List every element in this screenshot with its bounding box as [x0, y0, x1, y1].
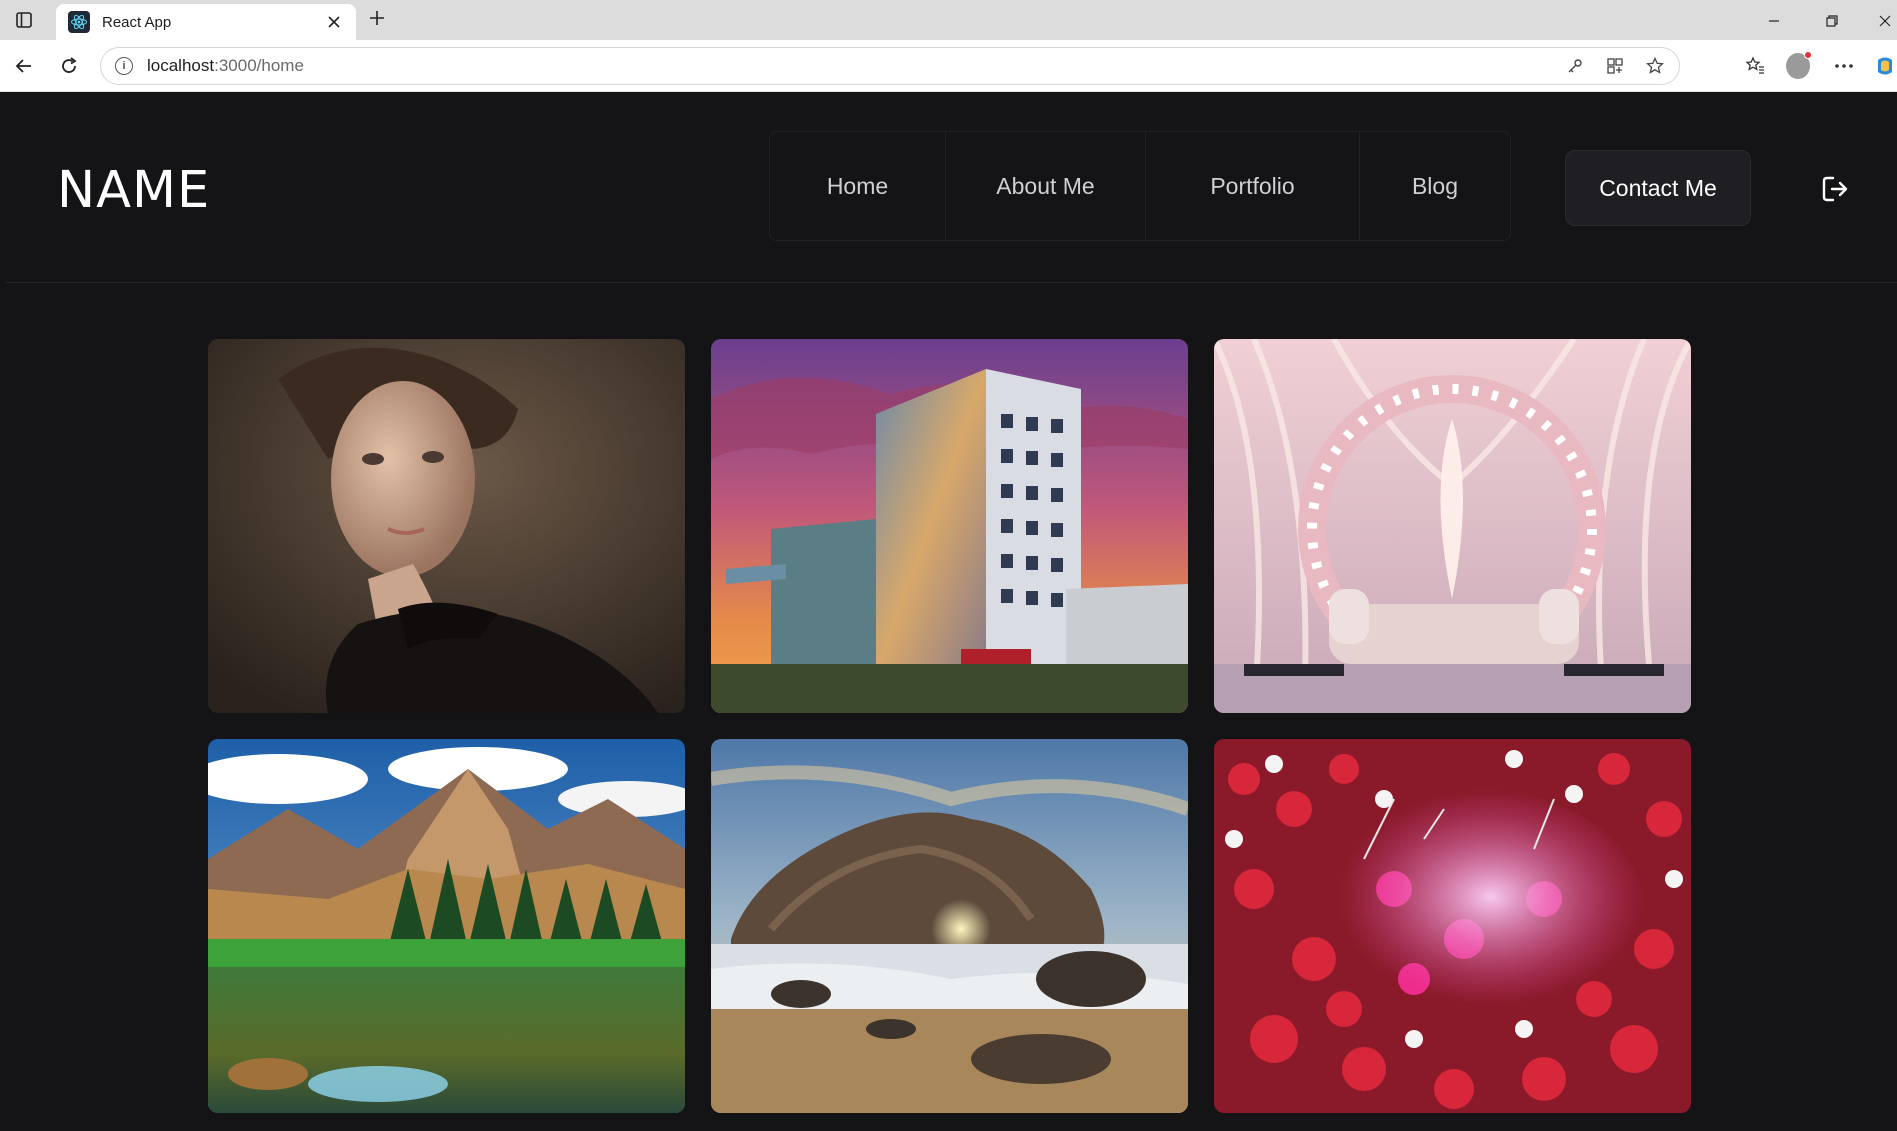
address-bar-row: i localhost:3000/home: [0, 40, 1897, 92]
page-viewport: NAME Home About Me Portfolio Blog Contac…: [6, 93, 1897, 1131]
more-options-icon[interactable]: [1832, 54, 1856, 78]
address-bar[interactable]: i localhost:3000/home: [100, 47, 1680, 85]
favorites-icon[interactable]: [1743, 54, 1767, 78]
url-host: localhost: [147, 56, 215, 75]
restore-icon[interactable]: [1819, 8, 1845, 34]
url-path: :3000/home: [214, 56, 304, 75]
logout-icon[interactable]: [1818, 172, 1852, 206]
notification-dot: [1804, 51, 1812, 59]
key-icon[interactable]: [1565, 56, 1585, 76]
back-arrow-icon[interactable]: [10, 52, 38, 80]
nav-blog[interactable]: Blog: [1360, 132, 1510, 240]
nav-about-me[interactable]: About Me: [946, 132, 1146, 240]
holi-festival-photo[interactable]: [1214, 739, 1691, 1113]
react-icon: [68, 11, 90, 33]
portrait-photo[interactable]: [208, 339, 685, 713]
browser-tab[interactable]: React App: [56, 4, 356, 40]
beach-rock-sunset-photo[interactable]: [711, 739, 1188, 1113]
browser-tab-bar: React App: [0, 0, 1897, 40]
contact-me-button[interactable]: Contact Me: [1565, 150, 1751, 226]
mountain-lake-photo[interactable]: [208, 739, 685, 1113]
new-tab-icon[interactable]: [364, 8, 390, 34]
sidebar-toggle-icon[interactable]: [14, 10, 34, 30]
tab-title: React App: [102, 13, 172, 31]
refresh-icon[interactable]: [55, 52, 83, 80]
close-tab-icon[interactable]: [324, 12, 344, 32]
star-icon[interactable]: [1645, 56, 1665, 76]
site-header: NAME Home About Me Portfolio Blog Contac…: [6, 93, 1897, 283]
brand-name[interactable]: NAME: [57, 161, 210, 220]
minimize-icon[interactable]: [1761, 8, 1787, 34]
profile-avatar[interactable]: [1786, 51, 1812, 79]
nav-portfolio[interactable]: Portfolio: [1146, 132, 1360, 240]
close-window-icon[interactable]: [1872, 8, 1897, 34]
info-icon[interactable]: i: [115, 57, 133, 75]
hotel-building-photo[interactable]: [711, 339, 1188, 713]
copilot-icon[interactable]: [1873, 54, 1897, 78]
photo-gallery: [208, 339, 1698, 1113]
nav-home[interactable]: Home: [770, 132, 946, 240]
main-nav: Home About Me Portfolio Blog: [769, 131, 1511, 241]
app-available-icon[interactable]: [1605, 56, 1625, 76]
wedding-stage-photo[interactable]: [1214, 339, 1691, 713]
